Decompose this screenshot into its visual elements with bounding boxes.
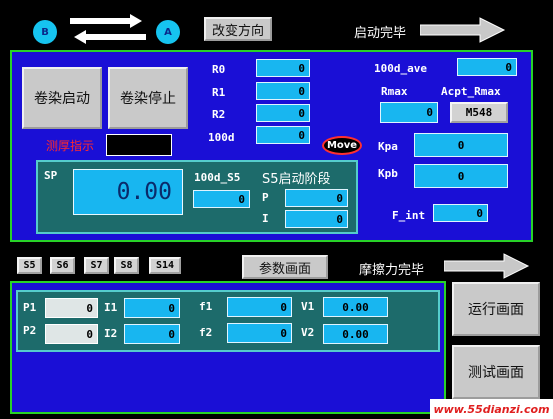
f1-field: 0 [227, 297, 292, 317]
parameter-screen-button[interactable]: 参数画面 [242, 255, 328, 279]
step-s5-button[interactable]: S5 [17, 257, 42, 274]
d100-label: 100d [208, 131, 235, 144]
kpa-label: Kpa [378, 140, 398, 153]
dyeing-start-button[interactable]: 卷染启动 [22, 67, 102, 129]
friction-complete-label: 摩擦力完毕 [359, 263, 425, 278]
p-label: P [262, 191, 269, 204]
i2-field: 0 [124, 324, 180, 344]
watermark: www.55dianzi.com [430, 399, 553, 419]
v1-field: 0.00 [323, 297, 388, 317]
step-s6-button[interactable]: S6 [50, 257, 75, 274]
s5-stage-label: S5启动阶段 [262, 172, 331, 187]
i-label: I [262, 212, 269, 225]
i-field: 0 [285, 210, 348, 228]
change-direction-button[interactable]: 改变方向 [204, 17, 272, 41]
i1-field: 0 [124, 298, 180, 318]
v2-field: 0.00 [323, 324, 388, 344]
move-indicator: Move [322, 136, 362, 155]
f2-label: f2 [199, 326, 213, 339]
sp-display: 0.00 [73, 169, 183, 215]
f1-label: f1 [199, 300, 213, 313]
run-screen-button[interactable]: 运行画面 [452, 282, 540, 336]
f2-field: 0 [227, 323, 292, 343]
step-s7-button[interactable]: S7 [84, 257, 109, 274]
dyeing-stop-button[interactable]: 卷染停止 [108, 67, 188, 129]
p-field: 0 [285, 189, 348, 207]
start-complete-label: 启动完毕 [354, 26, 407, 41]
direction-arrows-icon [70, 14, 146, 44]
rmax-field: 0 [380, 102, 438, 123]
step-s14-button[interactable]: S14 [149, 257, 181, 274]
i2-label: I2 [104, 327, 118, 340]
test-screen-button[interactable]: 测试画面 [452, 345, 540, 399]
r1-field: 0 [256, 82, 310, 100]
r2-label: R2 [212, 108, 226, 121]
acpt-rmax-button[interactable]: M548 [450, 102, 508, 123]
direction-b-indicator: B [33, 20, 57, 44]
d100-s5-field: 0 [193, 190, 250, 208]
v1-label: V1 [301, 300, 315, 313]
kpa-field: 0 [414, 133, 508, 157]
start-complete-arrow-icon [420, 17, 506, 43]
thickness-indicator-label: 测厚指示 [46, 139, 95, 153]
kpb-field: 0 [414, 164, 508, 188]
r0-field: 0 [256, 59, 310, 77]
f-int-field: 0 [433, 204, 488, 222]
r2-field: 0 [256, 104, 310, 122]
p2-field: 0 [45, 324, 98, 344]
i1-label: I1 [104, 301, 118, 314]
step-s8-button[interactable]: S8 [114, 257, 139, 274]
d100-s5-label: 100d_S5 [194, 171, 241, 184]
rmax-label: Rmax [381, 85, 408, 98]
v2-label: V2 [301, 326, 315, 339]
d100-field: 0 [256, 126, 310, 144]
r0-label: R0 [212, 63, 226, 76]
acpt-rmax-label: Acpt_Rmax [441, 85, 501, 98]
thickness-indicator-lamp [106, 134, 172, 156]
direction-a-indicator: A [156, 20, 180, 44]
p1-field: 0 [45, 298, 98, 318]
p2-label: P2 [23, 324, 37, 337]
p1-label: P1 [23, 301, 37, 314]
r1-label: R1 [212, 86, 226, 99]
d100-ave-field: 0 [457, 58, 517, 76]
f-int-label: F_int [392, 209, 426, 222]
d100-ave-label: 100d_ave [374, 62, 427, 75]
kpb-label: Kpb [378, 167, 398, 180]
friction-complete-arrow-icon [444, 253, 530, 279]
sp-label: SP [44, 169, 58, 182]
